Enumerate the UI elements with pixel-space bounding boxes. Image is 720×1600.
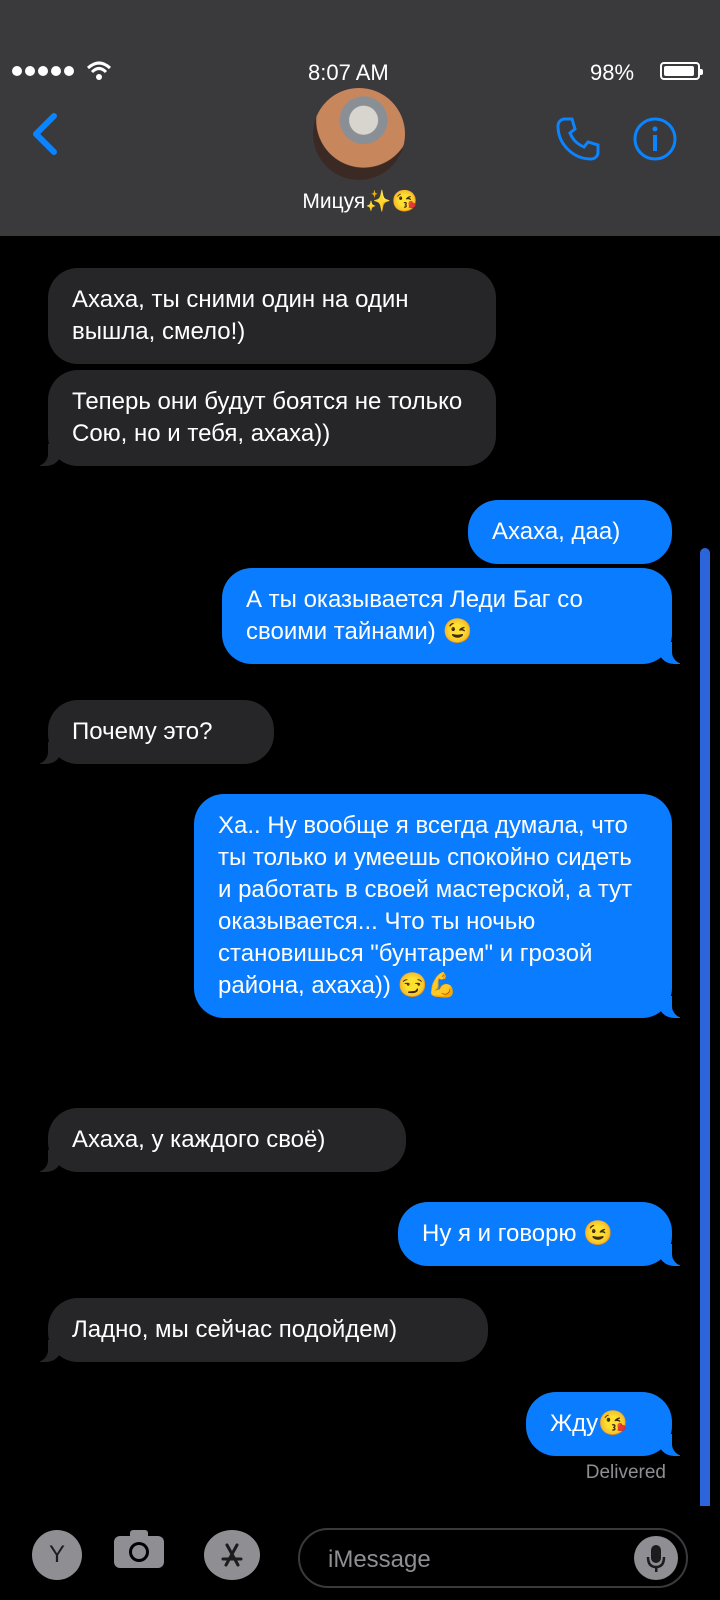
message-outgoing[interactable]: Жду😘: [526, 1392, 688, 1456]
user-avatar-button[interactable]: Y: [32, 1530, 82, 1580]
message-incoming[interactable]: Ахаха, у каждого своё): [32, 1108, 406, 1172]
message-incoming[interactable]: Ладно, мы сейчас подойдем): [32, 1298, 488, 1362]
message-incoming[interactable]: Ахаха, ты сними один на один вышла, смел…: [48, 268, 496, 364]
camera-icon[interactable]: [112, 1528, 166, 1570]
message-input[interactable]: [326, 1540, 620, 1580]
contact-avatar[interactable]: [313, 88, 405, 180]
chevron-left-icon[interactable]: [30, 112, 60, 156]
message-outgoing[interactable]: Ахаха, даа): [468, 500, 672, 564]
message-outgoing[interactable]: Ха.. Ну вообще я всегда думала, что ты т…: [194, 794, 688, 1018]
message-outgoing[interactable]: А ты оказывается Леди Баг со своими тайн…: [222, 568, 688, 664]
microphone-icon: [646, 1545, 666, 1572]
signal-strength-icon: [12, 66, 74, 76]
user-avatar-letter: Y: [48, 1541, 65, 1568]
chat-header: 8:07 AM 98% Мицуя✨😘: [0, 0, 720, 236]
message-outgoing[interactable]: Ну я и говорю 😉: [398, 1202, 688, 1266]
wifi-icon: [86, 61, 112, 80]
message-incoming[interactable]: Теперь они будут боятся не только Сою, н…: [32, 370, 496, 466]
app-store-button[interactable]: [204, 1530, 260, 1580]
battery-icon: [660, 62, 703, 80]
message-incoming[interactable]: Почему это?: [32, 700, 274, 764]
info-icon[interactable]: [632, 116, 678, 162]
battery-percentage: 98%: [590, 60, 635, 85]
app-store-icon: [221, 1543, 243, 1567]
scrollbar[interactable]: [700, 548, 710, 1514]
status-time: 8:07 AM: [308, 60, 389, 85]
phone-icon[interactable]: [555, 116, 601, 162]
delivered-status: Delivered: [585, 1462, 666, 1483]
imessage-field[interactable]: [298, 1528, 688, 1588]
microphone-button[interactable]: [634, 1536, 678, 1580]
contact-name[interactable]: Мицуя✨😘: [0, 190, 720, 214]
